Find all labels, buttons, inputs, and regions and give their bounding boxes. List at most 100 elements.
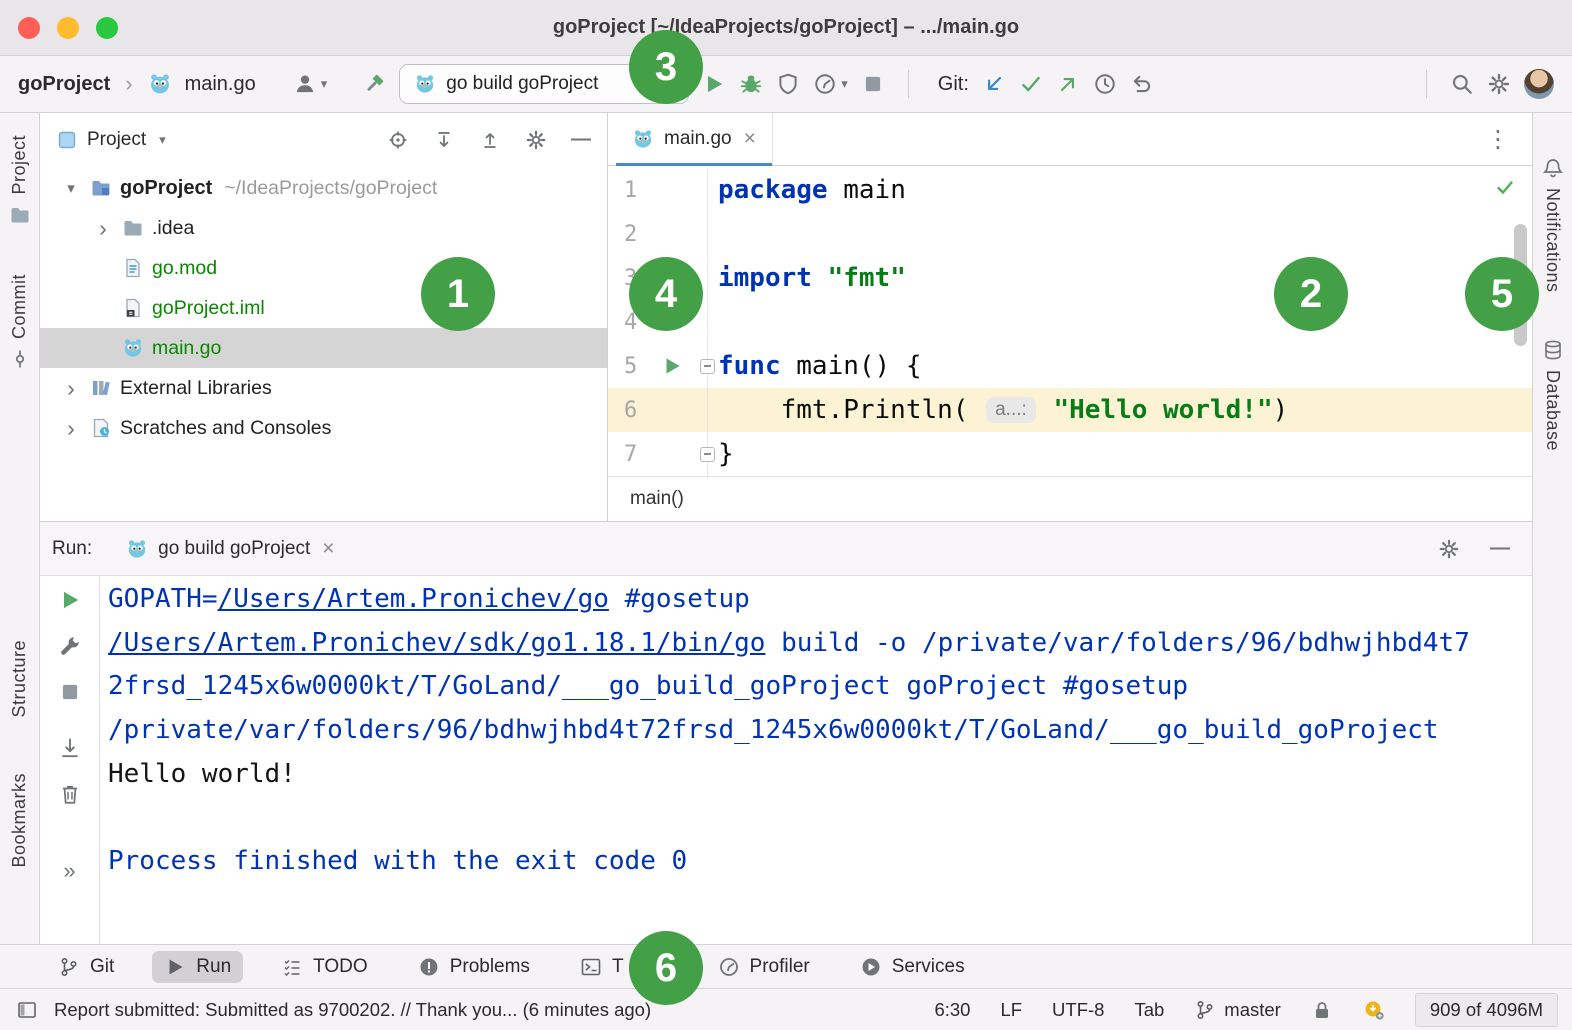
tree-item-go-mod[interactable]: go.mod <box>40 248 607 288</box>
vcs-update-button[interactable] <box>982 72 1006 96</box>
tool-tab-terminal[interactable]: T <box>568 951 636 983</box>
collapse-all-button[interactable] <box>479 129 501 151</box>
run-tab[interactable]: go build goProject × <box>120 522 340 575</box>
code-line-4[interactable]: 4 <box>608 300 1532 344</box>
expand-all-button[interactable] <box>433 129 455 151</box>
run-gutter-icon[interactable] <box>656 355 688 377</box>
chevron-down-icon[interactable]: ▾ <box>60 181 82 196</box>
tool-button-bookmarks[interactable]: Bookmarks <box>9 773 30 868</box>
fold-gutter <box>688 344 708 388</box>
code-token: "Hello world!" <box>1053 395 1272 425</box>
memory-indicator[interactable]: 909 of 4096M <box>1415 993 1558 1027</box>
zoom-window-button[interactable] <box>96 17 118 39</box>
coverage-button[interactable] <box>776 72 800 96</box>
breadcrumb-function[interactable]: main() <box>630 488 684 510</box>
code-token: import <box>718 263 812 293</box>
project-panel-title[interactable]: Project <box>87 129 146 151</box>
caret-position[interactable]: 6:30 <box>934 999 970 1021</box>
chevron-right-icon[interactable]: › <box>60 417 82 440</box>
more-actions-icon[interactable]: » <box>63 858 75 884</box>
tree-item--idea[interactable]: ›.idea <box>40 208 607 248</box>
gopher-icon <box>126 538 148 560</box>
line-separator[interactable]: LF <box>1000 999 1022 1021</box>
history-button[interactable] <box>1093 72 1117 96</box>
code-line-2[interactable]: 2 <box>608 212 1532 256</box>
tree-item-goproject[interactable]: ▾goProject~/IdeaProjects/goProject <box>40 168 607 208</box>
scroll-to-end-button[interactable] <box>58 736 82 760</box>
lock-icon[interactable] <box>1311 999 1333 1021</box>
rerun-button[interactable] <box>58 588 82 612</box>
fold-marker-icon[interactable] <box>700 447 715 462</box>
status-message[interactable]: Report submitted: Submitted as 9700202. … <box>54 999 651 1021</box>
search-button[interactable] <box>1450 72 1474 96</box>
stop-process-button[interactable] <box>58 680 82 704</box>
settings-button[interactable] <box>1487 72 1511 96</box>
tool-button-notifications[interactable]: Notifications <box>1542 157 1564 293</box>
tool-tab-todo[interactable]: TODO <box>269 951 380 983</box>
profiler-button[interactable]: ▾ <box>813 72 848 96</box>
locate-file-button[interactable] <box>387 129 409 151</box>
tool-tab-git[interactable]: Git <box>46 951 126 983</box>
code-line-1[interactable]: 1package main <box>608 168 1532 212</box>
run-console[interactable]: GOPATH=/Users/Artem.Pronichev/go #gosetu… <box>100 576 1532 944</box>
code-line-5[interactable]: 5func main() { <box>608 344 1532 388</box>
tool-tab-problems[interactable]: Problems <box>406 951 542 983</box>
fold-marker-icon[interactable] <box>700 359 715 374</box>
rollback-button[interactable] <box>1130 72 1154 96</box>
user-menu-button[interactable]: ▾ <box>293 72 328 96</box>
git-branch-widget[interactable]: master <box>1194 999 1281 1021</box>
tool-tab-run[interactable]: Run <box>152 951 243 983</box>
tree-item-main-go[interactable]: main.go <box>40 328 607 368</box>
tool-button-database[interactable]: Database <box>1542 339 1564 451</box>
close-tab-icon[interactable]: × <box>322 537 334 561</box>
tool-button-commit[interactable]: Commit <box>9 274 31 370</box>
code-line-7[interactable]: 7} <box>608 432 1532 476</box>
breadcrumb-file[interactable]: main.go <box>185 73 256 96</box>
run-settings-icon[interactable] <box>1438 538 1460 560</box>
tree-item-external-libraries[interactable]: ›External Libraries <box>40 368 607 408</box>
file-encoding[interactable]: UTF-8 <box>1052 999 1104 1021</box>
console-link[interactable]: /Users/Artem.Pronichev/sdk/go1.18.1/bin/… <box>108 628 765 658</box>
breadcrumb-project[interactable]: goProject <box>18 73 110 96</box>
edit-config-button[interactable] <box>58 634 82 658</box>
panel-options-button[interactable] <box>525 129 547 151</box>
debug-button[interactable] <box>739 72 763 96</box>
tool-tab-profiler[interactable]: Profiler <box>706 951 822 983</box>
clear-console-button[interactable] <box>58 782 82 806</box>
editor-tab-main-go[interactable]: main.go × <box>616 113 773 165</box>
update-notification-icon[interactable] <box>1363 999 1385 1021</box>
tree-item-scratches-and-consoles[interactable]: ›Scratches and Consoles <box>40 408 607 448</box>
vcs-push-button[interactable] <box>1056 72 1080 96</box>
avatar[interactable] <box>1524 69 1554 99</box>
code-token: "fmt" <box>828 263 906 293</box>
code-text: func main() { <box>708 351 922 381</box>
code-editor[interactable]: 1package main23import "fmt"45func main()… <box>608 166 1532 476</box>
chevron-right-icon[interactable]: › <box>60 377 82 400</box>
indent-style[interactable]: Tab <box>1134 999 1164 1021</box>
tool-button-structure[interactable]: Structure <box>9 640 30 718</box>
code-token: func <box>718 351 781 381</box>
hide-panel-icon[interactable]: — <box>1490 537 1510 560</box>
stop-button[interactable] <box>861 72 885 96</box>
build-button[interactable] <box>362 72 386 96</box>
close-tab-icon[interactable]: × <box>744 127 756 151</box>
editor-scrollbar[interactable] <box>1514 224 1527 346</box>
run-button[interactable] <box>702 72 726 96</box>
minimize-window-button[interactable] <box>57 17 79 39</box>
hide-panel-icon[interactable]: — <box>571 128 591 151</box>
editor-options-icon[interactable]: ⋮ <box>1486 125 1532 154</box>
run-config-select[interactable]: go build goProject ▾ <box>399 64 689 104</box>
close-window-button[interactable] <box>18 17 40 39</box>
tool-windows-toggle[interactable] <box>16 999 38 1021</box>
chevron-right-icon[interactable]: › <box>92 217 114 240</box>
vcs-commit-button[interactable] <box>1019 72 1043 96</box>
code-text: import "fmt" <box>708 263 906 293</box>
code-line-3[interactable]: 3import "fmt" <box>608 256 1532 300</box>
console-line: /private/var/folders/96/bdhwjhbd4t72frsd… <box>108 708 1532 752</box>
code-line-6[interactable]: 6 fmt.Println( a...: "Hello world!") <box>608 388 1532 432</box>
console-link[interactable]: /Users/Artem.Pronichev/go <box>218 584 609 614</box>
tool-button-project[interactable]: Project <box>9 135 31 226</box>
tree-item-goproject-iml[interactable]: goProject.iml <box>40 288 607 328</box>
tool-tab-services[interactable]: Services <box>848 951 977 983</box>
inspections-ok-icon[interactable] <box>1494 176 1516 198</box>
